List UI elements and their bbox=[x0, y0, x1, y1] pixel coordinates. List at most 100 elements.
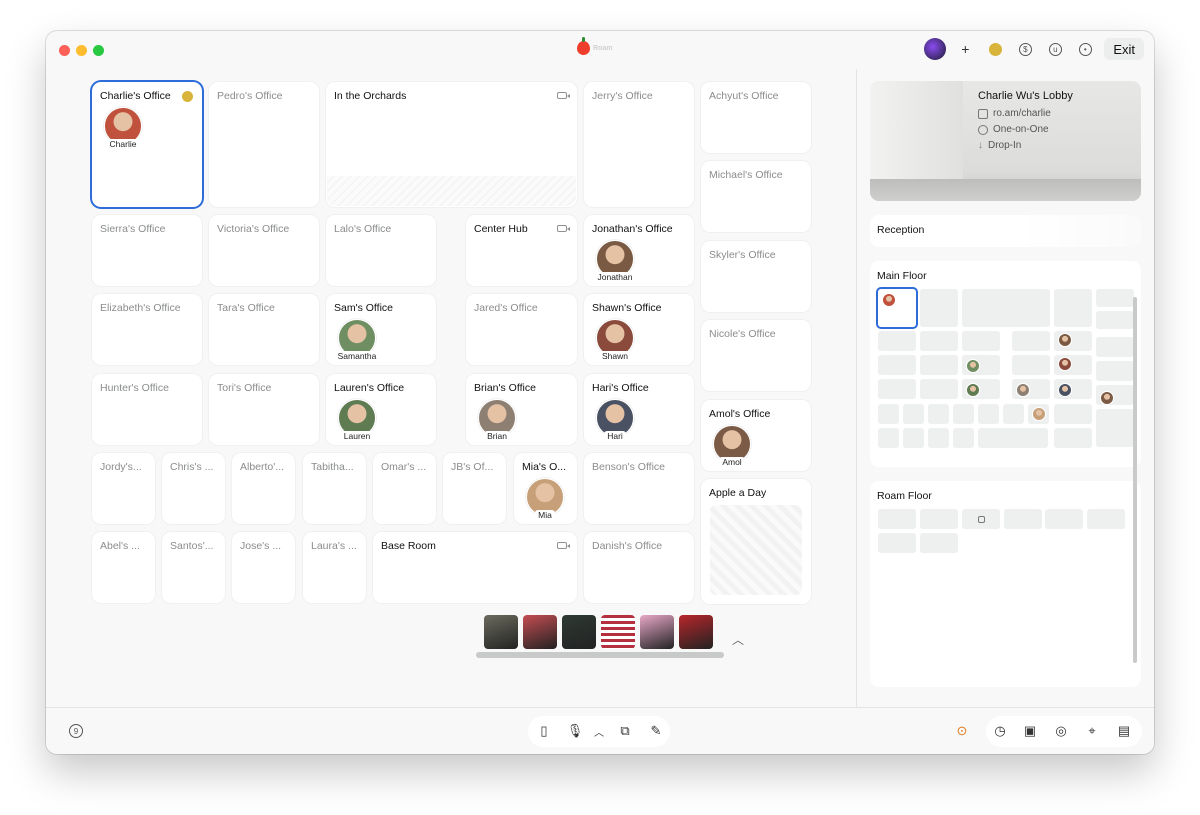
mini-room[interactable] bbox=[962, 509, 1000, 529]
room-abel[interactable]: Abel's ... bbox=[92, 532, 155, 603]
participant-jonathan[interactable]: Jonathan bbox=[588, 240, 642, 282]
mini-room[interactable] bbox=[928, 404, 949, 424]
tray-thumbnail[interactable] bbox=[484, 615, 518, 649]
room-sierra[interactable]: Sierra's Office bbox=[92, 215, 202, 286]
mini-room[interactable] bbox=[1096, 311, 1134, 329]
mini-room[interactable] bbox=[953, 428, 974, 448]
minimize-window-button[interactable] bbox=[76, 45, 87, 56]
room-chris[interactable]: Chris's ... bbox=[162, 453, 225, 524]
phone-icon[interactable]: ▯ bbox=[536, 723, 552, 739]
tray-thumbnail[interactable] bbox=[640, 615, 674, 649]
mini-room[interactable] bbox=[878, 379, 916, 399]
participant-mia[interactable]: Mia bbox=[518, 478, 572, 520]
room-brian[interactable]: Brian's Office Brian bbox=[466, 374, 577, 445]
microphone-icon[interactable]: 🎙 bbox=[567, 723, 584, 739]
room-hari[interactable]: Hari's Office Hari bbox=[584, 374, 694, 445]
camera-icon[interactable]: ▣ bbox=[1022, 723, 1038, 739]
mini-avatar[interactable] bbox=[1058, 383, 1072, 397]
draw-icon[interactable]: ✎ bbox=[648, 723, 664, 739]
room-charlie[interactable]: Charlie's Office Charlie bbox=[92, 82, 202, 207]
chevron-up-icon[interactable]: ︿ bbox=[732, 631, 744, 648]
mini-room[interactable] bbox=[1096, 337, 1134, 357]
mini-room[interactable] bbox=[920, 379, 958, 399]
tray-scrollbar[interactable] bbox=[476, 652, 724, 658]
room-lalo[interactable]: Lalo's Office bbox=[326, 215, 436, 286]
room-mia[interactable]: Mia's O... Mia bbox=[514, 453, 577, 524]
user-avatar[interactable] bbox=[924, 38, 947, 60]
currency-button[interactable]: $ bbox=[1014, 38, 1036, 60]
mini-room[interactable] bbox=[978, 404, 999, 424]
participant-brian[interactable]: Brian bbox=[470, 399, 524, 441]
mini-room[interactable] bbox=[920, 355, 958, 375]
room-jonathan[interactable]: Jonathan's Office Jonathan bbox=[584, 215, 694, 286]
room-lauren[interactable]: Lauren's Office Lauren bbox=[326, 374, 436, 445]
room-danish[interactable]: Danish's Office bbox=[584, 532, 694, 603]
mini-room[interactable] bbox=[928, 428, 949, 448]
room-victoria[interactable]: Victoria's Office bbox=[209, 215, 319, 286]
roam-floor-panel[interactable]: Roam Floor bbox=[870, 481, 1141, 687]
mini-avatar[interactable] bbox=[1016, 383, 1030, 397]
room-shawn[interactable]: Shawn's Office Shawn bbox=[584, 294, 694, 365]
room-tori[interactable]: Tori's Office bbox=[209, 374, 319, 445]
participant-lauren[interactable]: Lauren bbox=[330, 399, 384, 441]
plus-icon[interactable]: + bbox=[954, 38, 976, 60]
room-skyler[interactable]: Skyler's Office bbox=[701, 241, 811, 312]
room-jose[interactable]: Jose's ... bbox=[232, 532, 295, 603]
tray-thumbnail[interactable] bbox=[679, 615, 713, 649]
mini-room[interactable] bbox=[878, 533, 916, 553]
participant-samantha[interactable]: Samantha bbox=[330, 319, 384, 361]
mini-room[interactable] bbox=[903, 404, 924, 424]
share-screen-icon[interactable]: ⧉ bbox=[617, 723, 633, 739]
mini-avatar[interactable] bbox=[882, 293, 896, 307]
settings-button[interactable]: • bbox=[1074, 38, 1096, 60]
mini-room[interactable] bbox=[1096, 409, 1134, 447]
mini-room[interactable] bbox=[1012, 331, 1050, 351]
room-hunter[interactable]: Hunter's Office bbox=[92, 374, 202, 445]
room-amol[interactable]: Amol's Office Amol bbox=[701, 400, 811, 471]
mini-room[interactable] bbox=[1087, 509, 1125, 529]
mini-room[interactable] bbox=[1004, 509, 1042, 529]
mini-room[interactable] bbox=[962, 289, 1050, 327]
tray-thumbnail[interactable] bbox=[562, 615, 596, 649]
room-sam[interactable]: Sam's Office Samantha bbox=[326, 294, 436, 365]
room-michael[interactable]: Michael's Office bbox=[701, 161, 811, 232]
mini-room[interactable] bbox=[1054, 404, 1092, 424]
mini-room[interactable] bbox=[953, 404, 974, 424]
mini-room[interactable] bbox=[1003, 404, 1024, 424]
main-floor-panel[interactable]: Main Floor bbox=[870, 261, 1141, 467]
participant-hari[interactable]: Hari bbox=[588, 399, 642, 441]
exit-button[interactable]: Exit bbox=[1104, 38, 1144, 60]
room-santos[interactable]: Santos'... bbox=[162, 532, 225, 603]
magnet-button[interactable]: u bbox=[1044, 38, 1066, 60]
mini-room[interactable] bbox=[878, 428, 899, 448]
lobby-link-row[interactable]: ro.am/charlie bbox=[978, 108, 1051, 119]
mini-room[interactable] bbox=[978, 428, 1048, 448]
room-benson[interactable]: Benson's Office bbox=[584, 453, 694, 524]
room-alberto[interactable]: Alberto'... bbox=[232, 453, 295, 524]
room-laura[interactable]: Laura's ... bbox=[303, 532, 366, 603]
mini-avatar[interactable] bbox=[1100, 391, 1114, 405]
mini-avatar[interactable] bbox=[966, 383, 980, 397]
broadcast-icon[interactable]: ⌖ bbox=[1084, 723, 1100, 739]
room-tabitha[interactable]: Tabitha... bbox=[303, 453, 366, 524]
mini-room[interactable] bbox=[903, 428, 924, 448]
room-jordy[interactable]: Jordy's... bbox=[92, 453, 155, 524]
mini-avatar[interactable] bbox=[1032, 407, 1046, 421]
mini-room[interactable] bbox=[878, 509, 916, 529]
mini-room[interactable] bbox=[920, 289, 958, 327]
close-window-button[interactable] bbox=[59, 45, 70, 56]
room-jared[interactable]: Jared's Office bbox=[466, 294, 577, 365]
history-icon[interactable]: ◷ bbox=[992, 723, 1008, 739]
effects-icon[interactable]: ◎ bbox=[1053, 723, 1069, 739]
room-elizabeth[interactable]: Elizabeth's Office bbox=[92, 294, 202, 365]
mini-avatar[interactable] bbox=[1058, 333, 1072, 347]
mini-room[interactable] bbox=[962, 331, 1000, 351]
mini-room[interactable] bbox=[1054, 289, 1092, 327]
mini-room[interactable] bbox=[1096, 289, 1134, 307]
tray-thumbnail[interactable] bbox=[523, 615, 557, 649]
mini-room[interactable] bbox=[1054, 428, 1092, 448]
mini-room[interactable] bbox=[1012, 355, 1050, 375]
mini-room[interactable] bbox=[878, 355, 916, 375]
download-update-icon[interactable]: ⊙ bbox=[954, 723, 970, 739]
room-appleday[interactable]: Apple a Day bbox=[701, 479, 811, 604]
